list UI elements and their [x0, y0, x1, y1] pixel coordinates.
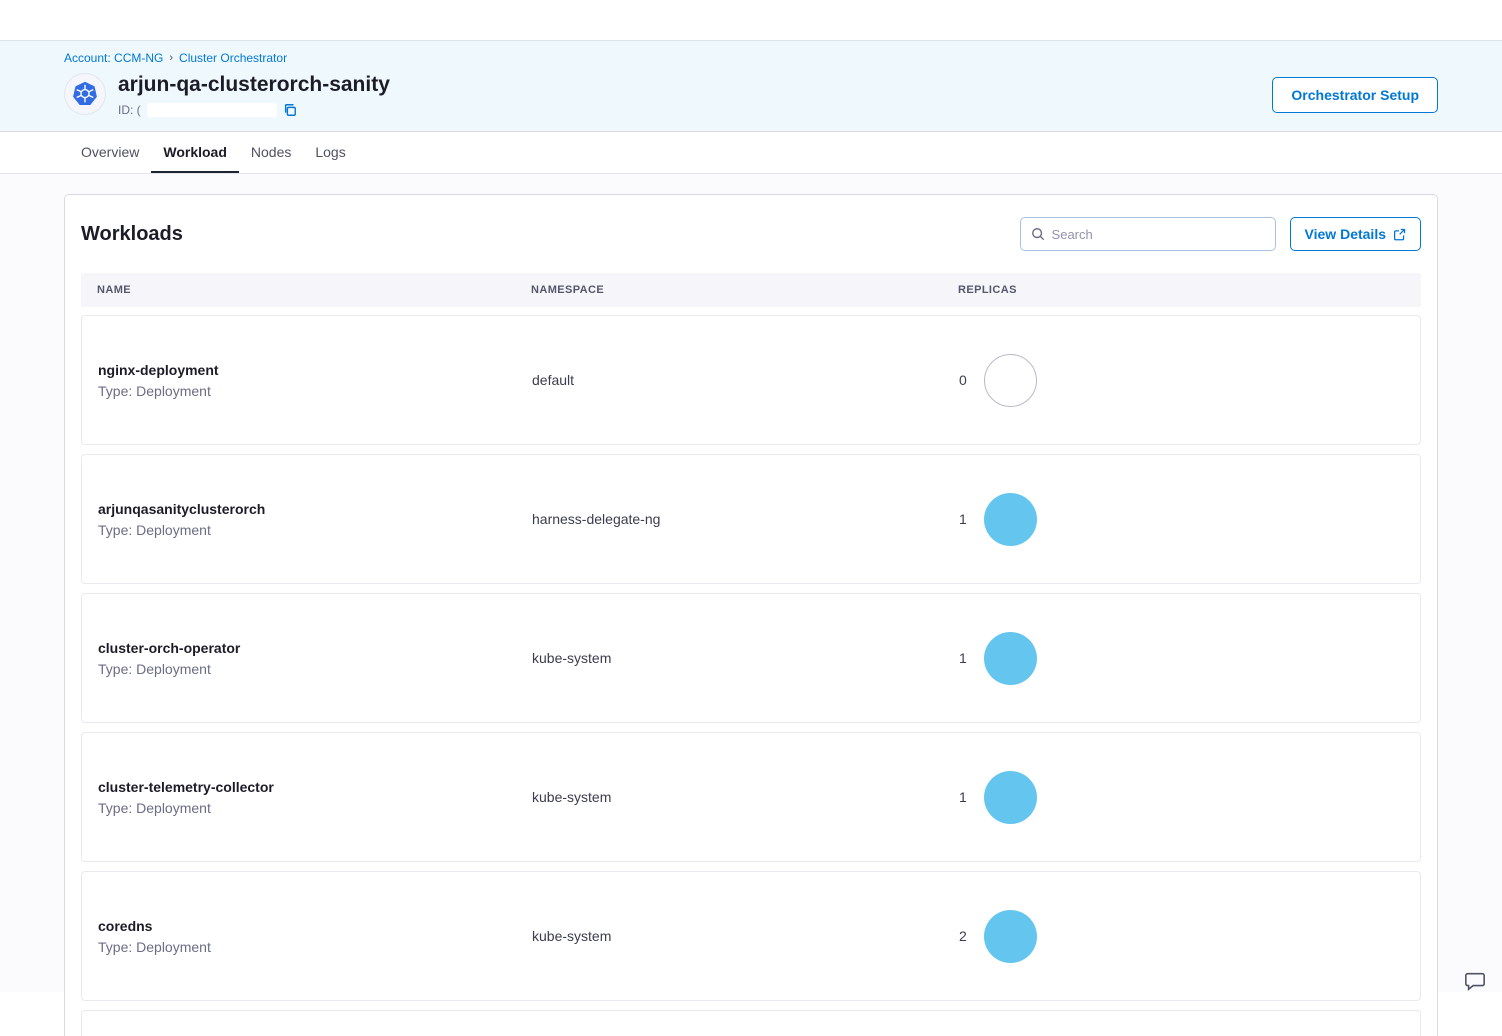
chat-help-icon[interactable]	[1464, 970, 1486, 992]
breadcrumb-separator-icon: ›	[169, 52, 173, 64]
workload-name: cluster-orch-operator	[98, 640, 532, 656]
kubernetes-logo-icon	[64, 73, 106, 115]
replica-count: 0	[959, 372, 967, 388]
cluster-id-label: ID: (	[118, 103, 141, 117]
breadcrumb-account[interactable]: Account: CCM-NG	[64, 51, 163, 65]
view-details-button[interactable]: View Details	[1290, 217, 1421, 251]
replica-status-circle	[984, 354, 1037, 407]
workload-name: nginx-deployment	[98, 362, 532, 378]
workload-type: Type: Deployment	[98, 383, 532, 399]
column-namespace: NAMESPACE	[531, 284, 958, 296]
replica-status-circle	[984, 771, 1037, 824]
table-rows: nginx-deployment Type: Deployment defaul…	[81, 315, 1421, 1001]
search-icon	[1031, 227, 1045, 241]
cluster-id-redacted	[147, 103, 277, 117]
replica-count: 1	[959, 511, 967, 527]
tab-nodes[interactable]: Nodes	[239, 132, 303, 173]
tab-workload[interactable]: Workload	[151, 132, 239, 173]
workloads-heading: Workloads	[81, 223, 183, 246]
replica-count: 1	[959, 789, 967, 805]
search-box[interactable]	[1020, 217, 1276, 251]
tab-logs[interactable]: Logs	[303, 132, 357, 173]
page-header: Account: CCM-NG › Cluster Orchestrator	[0, 40, 1502, 132]
workload-namespace: harness-delegate-ng	[532, 511, 959, 527]
workload-name: arjunqasanityclusterorch	[98, 501, 532, 517]
workload-name: cluster-telemetry-collector	[98, 779, 532, 795]
replica-count: 2	[959, 928, 967, 944]
copy-icon[interactable]	[283, 103, 297, 117]
orchestrator-setup-button[interactable]: Orchestrator Setup	[1272, 77, 1438, 113]
tabs: OverviewWorkloadNodesLogs	[0, 132, 1502, 174]
tab-overview[interactable]: Overview	[69, 132, 151, 173]
workload-type: Type: Deployment	[98, 661, 532, 677]
view-details-label: View Details	[1305, 226, 1386, 242]
page-title: arjun-qa-clusterorch-sanity	[118, 73, 390, 97]
table-row[interactable]: arjunqasanityclusterorch Type: Deploymen…	[81, 454, 1421, 584]
table-row[interactable]: cluster-orch-operator Type: Deployment k…	[81, 593, 1421, 723]
breadcrumb-section[interactable]: Cluster Orchestrator	[179, 51, 287, 65]
replica-status-circle	[984, 910, 1037, 963]
top-spacer	[0, 0, 1502, 40]
table-header: NAME NAMESPACE REPLICAS	[81, 273, 1421, 307]
table-row[interactable]: coredns Type: Deployment kube-system 2	[81, 871, 1421, 1001]
workload-namespace: kube-system	[532, 650, 959, 666]
table-row[interactable]: nginx-deployment Type: Deployment defaul…	[81, 315, 1421, 445]
column-name: NAME	[97, 284, 531, 296]
workload-namespace: kube-system	[532, 789, 959, 805]
replica-count: 1	[959, 650, 967, 666]
main-area: Workloads View Details	[0, 174, 1502, 992]
table-row-partial	[81, 1010, 1421, 1036]
search-input[interactable]	[1052, 227, 1265, 242]
breadcrumb: Account: CCM-NG › Cluster Orchestrator	[64, 51, 1438, 65]
replica-status-circle	[984, 632, 1037, 685]
column-replicas: REPLICAS	[958, 284, 1421, 296]
external-link-icon	[1393, 228, 1406, 241]
workload-name: coredns	[98, 918, 532, 934]
table-row[interactable]: cluster-telemetry-collector Type: Deploy…	[81, 732, 1421, 862]
workload-type: Type: Deployment	[98, 939, 532, 955]
workload-type: Type: Deployment	[98, 800, 532, 816]
replica-status-circle	[984, 493, 1037, 546]
workload-type: Type: Deployment	[98, 522, 532, 538]
workload-namespace: kube-system	[532, 928, 959, 944]
workloads-card: Workloads View Details	[64, 194, 1438, 1036]
workload-namespace: default	[532, 372, 959, 388]
